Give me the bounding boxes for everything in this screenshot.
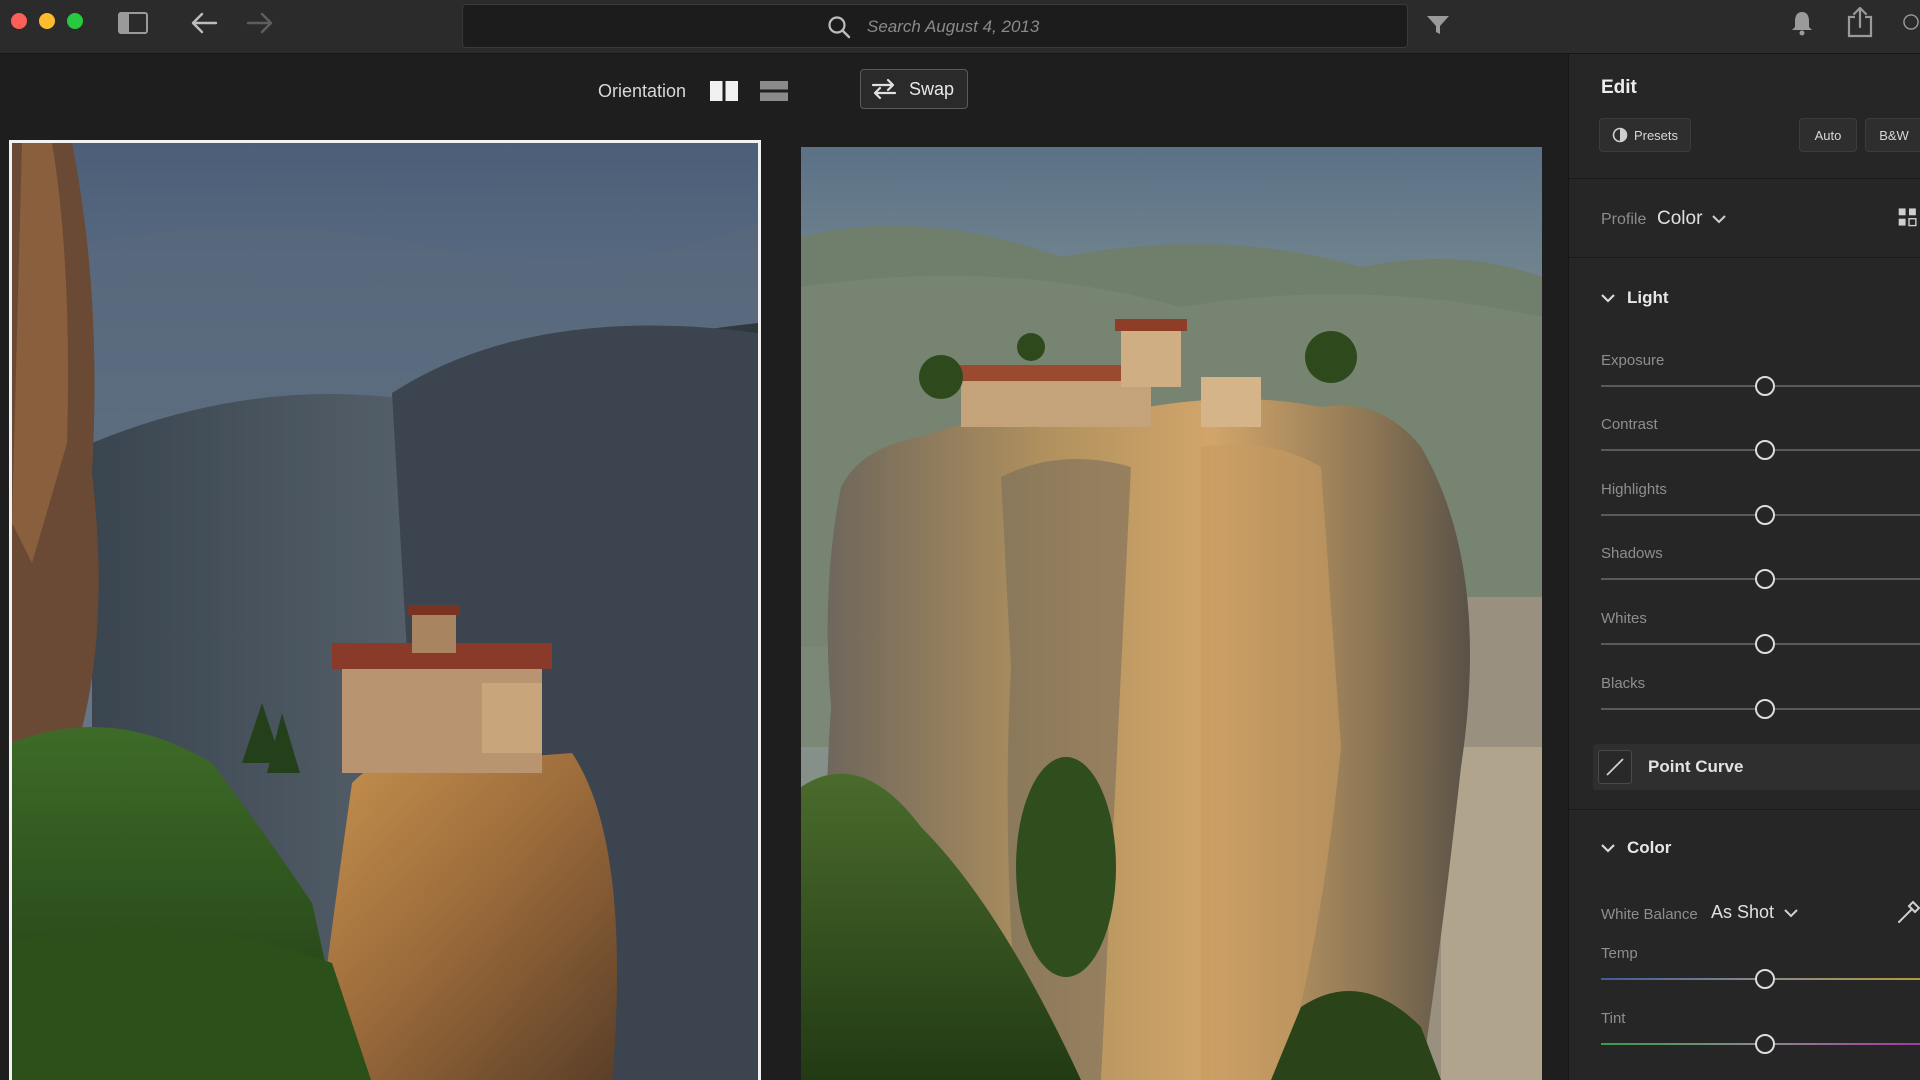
compare-toolbar: Orientation Swap <box>0 54 1568 124</box>
tint-slider-thumb[interactable] <box>1755 1034 1775 1054</box>
maximize-window-button[interactable] <box>67 13 83 29</box>
swap-arrows-icon <box>871 79 897 99</box>
profile-dropdown[interactable]: Color <box>1657 208 1727 230</box>
shadows-label: Shadows <box>1601 545 1663 562</box>
close-window-button[interactable] <box>11 13 27 29</box>
presets-button-label: Presets <box>1633 127 1679 143</box>
panel-divider <box>1569 178 1920 179</box>
forward-arrow-icon[interactable] <box>246 10 274 36</box>
compare-photo-right[interactable] <box>801 147 1542 1080</box>
monastery-photo-left <box>12 143 758 1080</box>
search-box[interactable] <box>462 4 1408 48</box>
chevron-down-icon <box>1601 844 1615 853</box>
auto-button[interactable]: Auto <box>1799 118 1857 152</box>
point-curve-label: Point Curve <box>1648 757 1744 776</box>
filter-icon[interactable] <box>1426 14 1450 36</box>
temp-label: Temp <box>1601 945 1638 962</box>
presets-icon <box>1612 127 1628 143</box>
light-section-header[interactable]: Light <box>1601 288 1669 308</box>
back-arrow-icon[interactable] <box>190 10 218 36</box>
exposure-label: Exposure <box>1601 352 1665 369</box>
stacked-icon <box>760 81 788 101</box>
stacked-orientation-button[interactable] <box>760 81 788 101</box>
swap-button[interactable]: Swap <box>860 69 968 109</box>
panel-divider <box>1569 257 1920 258</box>
search-icon <box>827 15 851 44</box>
panel-divider <box>1569 809 1920 810</box>
shadows-slider-thumb[interactable] <box>1755 569 1775 589</box>
tint-label: Tint <box>1601 1010 1626 1027</box>
minimize-window-button[interactable] <box>39 13 55 29</box>
chevron-down-icon <box>1601 294 1615 303</box>
highlights-slider-thumb[interactable] <box>1755 505 1775 525</box>
bw-button-label: B&W <box>1879 127 1909 143</box>
chevron-down-icon <box>1784 908 1798 917</box>
contrast-label: Contrast <box>1601 416 1658 433</box>
bell-icon[interactable] <box>1790 10 1814 36</box>
profile-value: Color <box>1657 208 1703 229</box>
highlights-label: Highlights <box>1601 481 1667 498</box>
side-by-side-orientation-button[interactable] <box>710 81 738 101</box>
whites-label: Whites <box>1601 610 1647 627</box>
chevron-down-icon <box>1712 215 1727 224</box>
top-bar <box>0 0 1920 54</box>
white-balance-value: As Shot <box>1711 902 1775 922</box>
monastery-photo-right <box>801 147 1542 1080</box>
orientation-label: Orientation <box>598 81 687 101</box>
edit-panel: Edit Presets Auto B&W Profile Color Ligh… <box>1568 54 1920 1080</box>
auto-button-label: Auto <box>1814 127 1842 143</box>
white-balance-label: White Balance <box>1601 906 1698 923</box>
profile-label: Profile <box>1601 211 1647 228</box>
blacks-slider-thumb[interactable] <box>1755 699 1775 719</box>
bw-button[interactable]: B&W <box>1865 118 1920 152</box>
white-balance-dropdown[interactable]: As Shot <box>1711 902 1798 923</box>
color-section-title: Color <box>1627 838 1672 857</box>
swap-button-label: Swap <box>909 78 955 99</box>
search-input[interactable] <box>867 12 1387 42</box>
edit-panel-title: Edit <box>1601 77 1637 98</box>
profile-browser-icon[interactable] <box>1897 204 1920 230</box>
whites-slider-thumb[interactable] <box>1755 634 1775 654</box>
help-icon[interactable] <box>1902 8 1920 36</box>
sidebar-toggle-icon[interactable] <box>118 12 148 34</box>
temp-slider-thumb[interactable] <box>1755 969 1775 989</box>
contrast-slider-thumb[interactable] <box>1755 440 1775 460</box>
share-icon[interactable] <box>1846 6 1874 38</box>
eyedropper-icon[interactable] <box>1895 898 1920 926</box>
presets-button[interactable]: Presets <box>1599 118 1691 152</box>
side-by-side-icon <box>710 81 738 101</box>
compare-photo-left[interactable] <box>9 140 761 1080</box>
light-section-title: Light <box>1627 288 1669 307</box>
point-curve-row[interactable]: Point Curve <box>1593 744 1920 790</box>
curve-icon <box>1598 750 1632 784</box>
color-section-header[interactable]: Color <box>1601 838 1671 858</box>
exposure-slider-thumb[interactable] <box>1755 376 1775 396</box>
blacks-label: Blacks <box>1601 675 1646 692</box>
